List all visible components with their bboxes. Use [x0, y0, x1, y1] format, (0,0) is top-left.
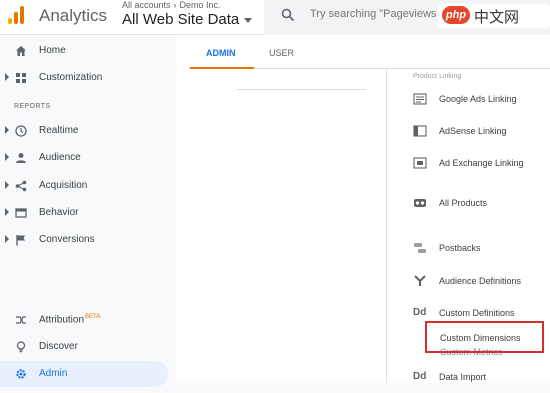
sidebar-item-discover[interactable]: Discover [0, 334, 168, 360]
search-icon[interactable] [281, 8, 295, 22]
lightbulb-icon [16, 341, 26, 353]
postbacks-icon [414, 243, 426, 253]
sidebar-item-admin[interactable]: Admin [0, 361, 168, 387]
sidebar-item-label: AttributionBETA [39, 314, 100, 325]
highlight-box [425, 321, 544, 353]
acquisition-icon [15, 180, 27, 192]
item-label: AdSense Linking [439, 126, 507, 136]
sidebar-item-label: Discover [39, 341, 78, 352]
sidebar-item-audience[interactable]: Audience [0, 145, 168, 171]
sidebar-item-label: Customization [39, 72, 103, 83]
breadcrumb-account[interactable]: Demo Inc. [180, 0, 221, 10]
sidebar-item-label: Acquisition [39, 180, 88, 191]
sidebar-item-label: Home [39, 45, 66, 56]
sidebar-item-customization[interactable]: Customization [0, 65, 168, 91]
sidebar-item-label: Realtime [39, 125, 79, 136]
sidebar-item-realtime[interactable]: Realtime [0, 118, 168, 144]
ads-link-icon [413, 93, 427, 105]
sidebar-item-home[interactable]: Home [0, 38, 168, 64]
tab-user[interactable]: USER [269, 48, 294, 58]
expand-arrow-icon [5, 73, 9, 81]
caret-down-icon [244, 17, 253, 23]
item-label: Ad Exchange Linking [439, 158, 524, 168]
app-name: Analytics [39, 6, 108, 25]
home-icon [16, 46, 26, 56]
analytics-logo-icon[interactable] [8, 6, 28, 26]
all-products-icon [414, 199, 426, 207]
expand-arrow-icon [5, 126, 9, 134]
attribution-label: Attribution [39, 314, 85, 326]
flag-icon [16, 235, 25, 246]
sidebar-item-acquisition[interactable]: Acquisition [0, 173, 168, 199]
breadcrumb-accounts[interactable]: All accounts [122, 0, 171, 10]
breadcrumb[interactable]: All accounts › Demo Inc. [122, 0, 221, 10]
audience-def-icon [414, 275, 426, 286]
view-selector[interactable]: All Web Site Data [122, 11, 253, 28]
beta-badge: BETA [85, 314, 101, 320]
sidebar: Home Customization REPORTS Realtime Audi… [0, 35, 176, 393]
clock-icon [15, 125, 27, 137]
item-label: Custom Definitions [439, 308, 515, 318]
reports-section-label: REPORTS [14, 103, 51, 110]
column-divider-line [236, 89, 366, 90]
adsense-icon [413, 125, 427, 137]
ad-exchange-icon [413, 157, 427, 169]
expand-arrow-icon [5, 208, 9, 216]
column-separator [386, 69, 387, 383]
grid-icon [16, 73, 26, 83]
sidebar-item-label: Audience [39, 152, 81, 163]
dd-icon: Dd [413, 371, 427, 382]
sidebar-item-label: Admin [39, 368, 68, 379]
item-label: Audience Definitions [439, 276, 522, 286]
sidebar-item-label: Conversions [39, 234, 95, 245]
attribution-icon [16, 316, 26, 324]
behavior-icon [15, 208, 27, 218]
sidebar-item-attribution[interactable]: AttributionBETA [0, 307, 168, 333]
product-linking-header: Product Linking [413, 73, 462, 80]
dd-icon: Dd [413, 307, 427, 318]
sidebar-item-label: Behavior [39, 207, 79, 218]
item-label: Data Import [439, 372, 487, 382]
tab-admin[interactable]: ADMIN [206, 48, 236, 58]
watermark: php 中文网 [438, 4, 550, 28]
sidebar-item-conversions[interactable]: Conversions [0, 227, 168, 253]
sidebar-item-behavior[interactable]: Behavior [0, 200, 168, 226]
top-bar: Analytics All accounts › Demo Inc. All Web… [0, 0, 550, 35]
expand-arrow-icon [5, 153, 9, 161]
bottom-strip [176, 383, 550, 393]
expand-arrow-icon [5, 181, 9, 189]
watermark-text: 中文网 [474, 8, 520, 26]
admin-tabs: ADMIN USER [190, 35, 550, 69]
breadcrumb-separator: › [173, 0, 177, 10]
view-name: All Web Site Data [122, 11, 240, 28]
expand-arrow-icon [5, 235, 9, 243]
watermark-badge: php [442, 6, 470, 24]
item-label: All Products [439, 198, 488, 208]
item-label: Google Ads Linking [439, 94, 517, 104]
item-label: Postbacks [439, 243, 481, 253]
person-icon [16, 153, 26, 163]
gear-icon [16, 369, 26, 379]
